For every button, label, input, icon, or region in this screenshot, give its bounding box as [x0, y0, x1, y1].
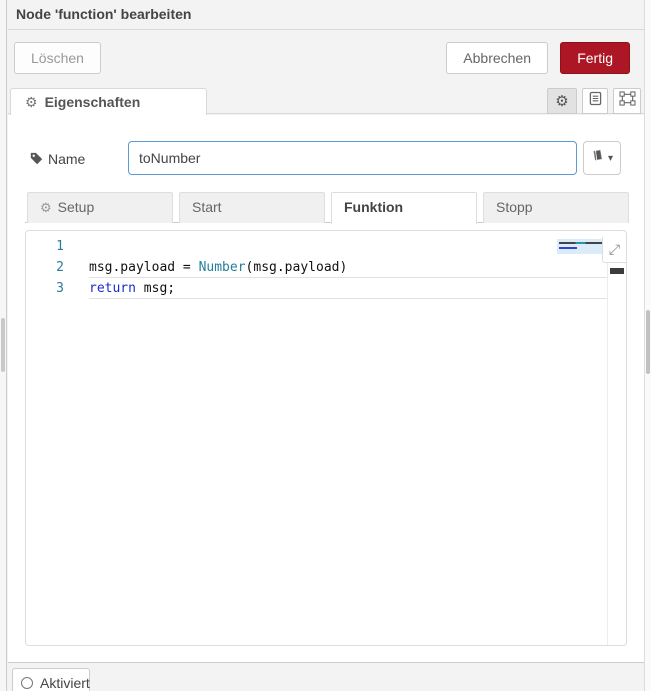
tag-icon	[30, 152, 43, 170]
dialog-footer	[8, 662, 644, 691]
code-line[interactable]	[89, 236, 607, 257]
code-lines[interactable]: msg.payload = Number(msg.payload)return …	[89, 236, 607, 299]
code-token: (msg.payload)	[246, 260, 348, 275]
line-number: 3	[26, 278, 64, 299]
tab-setup[interactable]: ⚙ Setup	[27, 192, 173, 223]
properties-view-button[interactable]: ⚙	[547, 88, 577, 114]
expand-icon: ⤢	[609, 242, 620, 258]
book-icon	[591, 149, 604, 167]
code-token: msg;	[136, 281, 175, 296]
delete-button[interactable]: Löschen	[14, 42, 101, 74]
group-selection-icon	[619, 91, 636, 111]
library-button[interactable]: ▾	[583, 141, 621, 175]
editor-scrollbar[interactable]	[607, 263, 626, 645]
chevron-down-icon: ▾	[608, 153, 613, 164]
document-icon	[589, 91, 602, 111]
tray-resize-handle[interactable]	[0, 0, 7, 691]
editor-gutter: 123	[26, 236, 64, 299]
minimap-line	[559, 242, 605, 244]
dialog-header: Node 'function' bearbeiten	[8, 0, 644, 30]
tab-function[interactable]: Funktion	[331, 192, 477, 224]
expand-editor-button[interactable]: ⤢	[602, 237, 626, 263]
code-editor[interactable]: 123 msg.payload = Number(msg.payload)ret…	[25, 230, 627, 646]
tab-properties-label: Eigenschaften	[45, 94, 141, 110]
name-input[interactable]	[128, 141, 577, 175]
minimap-line	[559, 247, 577, 249]
description-view-button[interactable]	[582, 88, 608, 114]
editor-minimap[interactable]	[557, 239, 607, 254]
page-scrollbar-thumb[interactable]	[646, 310, 650, 374]
gear-icon: ⚙	[40, 200, 52, 215]
page-scrollbar[interactable]	[644, 0, 651, 691]
circle-icon	[21, 677, 33, 689]
gear-icon: ⚙	[555, 92, 568, 110]
name-label: Name	[48, 151, 85, 167]
tab-start-label: Start	[192, 199, 222, 215]
editor-scrollbar-thumb[interactable]	[610, 268, 624, 274]
dialog-title: Node 'function' bearbeiten	[8, 0, 644, 29]
code-line[interactable]: msg.payload = Number(msg.payload)	[89, 257, 607, 278]
node-enabled-toggle[interactable]: Aktiviert	[12, 668, 90, 691]
code-token: return	[89, 281, 136, 296]
tab-start[interactable]: Start	[179, 192, 325, 223]
edit-node-dialog: Node 'function' bearbeiten Löschen Abbre…	[0, 0, 651, 691]
tab-function-label: Funktion	[344, 199, 403, 215]
properties-tab-bar: ⚙ Eigenschaften ⚙	[8, 88, 644, 114]
code-token: Number	[199, 260, 246, 275]
enabled-label: Aktiviert	[40, 675, 90, 691]
done-button[interactable]: Fertig	[560, 42, 630, 74]
tab-stop[interactable]: Stopp	[483, 192, 629, 223]
code-token: msg.payload =	[89, 260, 199, 275]
gear-icon: ⚙	[25, 94, 38, 110]
tab-properties[interactable]: ⚙ Eigenschaften	[10, 88, 207, 115]
line-number: 2	[26, 257, 64, 278]
group-view-button[interactable]	[613, 88, 641, 114]
tab-stop-label: Stopp	[496, 199, 533, 215]
cancel-button[interactable]: Abbrechen	[446, 42, 548, 74]
code-line[interactable]: return msg;	[89, 278, 607, 299]
tab-setup-label: Setup	[58, 199, 95, 215]
tray-resize-grip[interactable]	[1, 318, 5, 372]
line-number: 1	[26, 236, 64, 257]
function-tab-bar: ⚙ Setup Start Funktion Stopp	[25, 192, 627, 223]
